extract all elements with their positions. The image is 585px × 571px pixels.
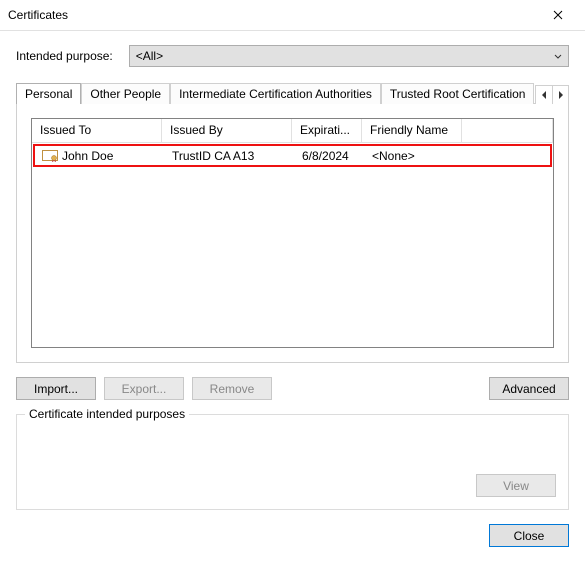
tab-scroll-left[interactable]	[536, 86, 552, 104]
tab-scroll-right[interactable]	[552, 86, 568, 104]
cell-issued-by: TrustID CA A13	[164, 149, 294, 163]
close-window-button[interactable]	[539, 2, 577, 28]
intended-purpose-row: Intended purpose: <All>	[16, 45, 569, 67]
col-expiration[interactable]: Expirati...	[292, 119, 362, 143]
export-button[interactable]: Export...	[104, 377, 184, 400]
col-issued-by[interactable]: Issued By	[162, 119, 292, 143]
certificate-icon	[42, 150, 58, 162]
cell-expiration: 6/8/2024	[294, 149, 364, 163]
view-button[interactable]: View	[476, 474, 556, 497]
intended-purpose-dropdown[interactable]: <All>	[129, 45, 569, 67]
cell-friendly-name: <None>	[364, 149, 464, 163]
tab-scroll-arrows	[535, 85, 569, 104]
tab-panel: Issued To Issued By Expirati... Friendly…	[16, 103, 569, 363]
tab-intermediate-ca[interactable]: Intermediate Certification Authorities	[170, 83, 381, 104]
window-title: Certificates	[8, 8, 68, 22]
listview-body: John Doe TrustID CA A13 6/8/2024 <None>	[32, 143, 553, 347]
button-row: Import... Export... Remove Advanced	[16, 377, 569, 400]
group-legend: Certificate intended purposes	[25, 407, 189, 421]
cell-issued-to: John Doe	[34, 149, 164, 163]
tab-other-people[interactable]: Other People	[81, 83, 170, 104]
import-button[interactable]: Import...	[16, 377, 96, 400]
intended-purpose-label: Intended purpose:	[16, 49, 113, 63]
triangle-right-icon	[558, 91, 564, 99]
remove-button[interactable]: Remove	[192, 377, 272, 400]
chevron-down-icon	[554, 49, 562, 63]
tab-strip: Personal Other People Intermediate Certi…	[16, 81, 569, 103]
col-spacer	[462, 119, 553, 143]
dialog-footer: Close	[0, 510, 585, 561]
titlebar: Certificates	[0, 0, 585, 30]
tab-personal[interactable]: Personal	[16, 83, 81, 104]
col-issued-to[interactable]: Issued To	[32, 119, 162, 143]
listview-header: Issued To Issued By Expirati... Friendly…	[32, 119, 553, 143]
certificate-listview[interactable]: Issued To Issued By Expirati... Friendly…	[31, 118, 554, 348]
intended-purposes-group: Certificate intended purposes View	[16, 414, 569, 510]
triangle-left-icon	[541, 91, 547, 99]
col-friendly-name[interactable]: Friendly Name	[362, 119, 462, 143]
advanced-button[interactable]: Advanced	[489, 377, 569, 400]
close-icon	[553, 10, 563, 20]
tab-trusted-root[interactable]: Trusted Root Certification	[381, 83, 535, 104]
table-row[interactable]: John Doe TrustID CA A13 6/8/2024 <None>	[34, 145, 551, 166]
intended-purpose-value: <All>	[136, 49, 163, 63]
close-button[interactable]: Close	[489, 524, 569, 547]
